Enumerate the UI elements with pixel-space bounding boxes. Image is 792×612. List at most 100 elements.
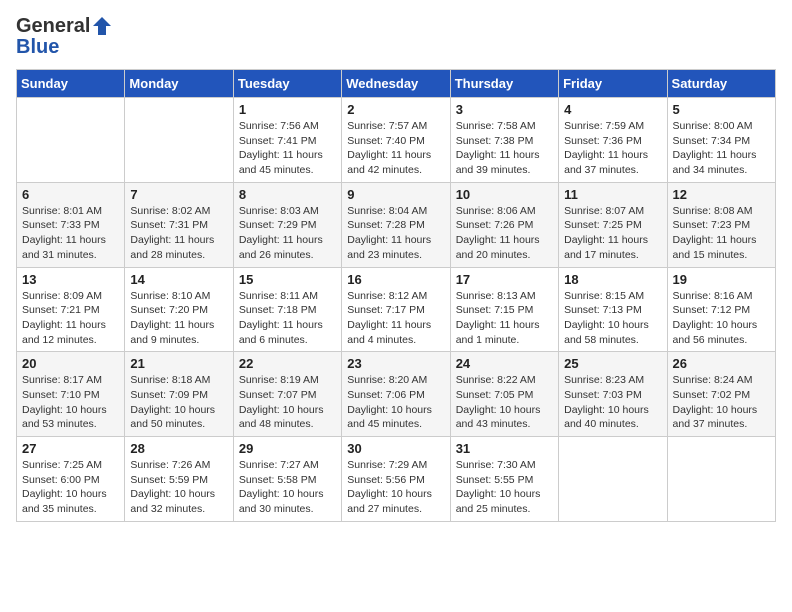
day-number: 1	[239, 102, 336, 117]
day-number: 15	[239, 272, 336, 287]
day-number: 21	[130, 356, 227, 371]
calendar-cell: 13 Sunrise: 8:09 AM Sunset: 7:21 PM Dayli…	[17, 267, 125, 352]
weekday-header: Monday	[125, 70, 233, 98]
calendar-week-row: 1 Sunrise: 7:56 AM Sunset: 7:41 PM Daylig…	[17, 98, 776, 183]
day-number: 20	[22, 356, 119, 371]
cell-content: Sunrise: 8:24 AM Sunset: 7:02 PM Dayligh…	[673, 373, 770, 432]
calendar-cell: 3 Sunrise: 7:58 AM Sunset: 7:38 PM Daylig…	[450, 98, 558, 183]
cell-content: Sunrise: 8:07 AM Sunset: 7:25 PM Dayligh…	[564, 204, 661, 263]
calendar-cell: 14Sunrise: 8:10 AM Sunset: 7:20 PM Dayli…	[125, 267, 233, 352]
day-number: 18	[564, 272, 661, 287]
day-number: 31	[456, 441, 553, 456]
day-number: 6	[22, 187, 119, 202]
day-number: 24	[456, 356, 553, 371]
cell-content: Sunrise: 7:27 AM Sunset: 5:58 PM Dayligh…	[239, 458, 336, 517]
cell-content: Sunrise: 8:23 AM Sunset: 7:03 PM Dayligh…	[564, 373, 661, 432]
calendar-cell: 11 Sunrise: 8:07 AM Sunset: 7:25 PM Dayli…	[559, 182, 667, 267]
cell-content: Sunrise: 8:16 AM Sunset: 7:12 PM Dayligh…	[673, 289, 770, 348]
calendar-cell	[667, 437, 775, 522]
cell-content: Sunrise: 8:08 AM Sunset: 7:23 PM Dayligh…	[673, 204, 770, 263]
cell-content: Sunrise: 8:13 AM Sunset: 7:15 PM Dayligh…	[456, 289, 553, 348]
weekday-header: Thursday	[450, 70, 558, 98]
day-number: 7	[130, 187, 227, 202]
day-number: 12	[673, 187, 770, 202]
day-number: 26	[673, 356, 770, 371]
calendar-cell: 10 Sunrise: 8:06 AM Sunset: 7:26 PM Dayli…	[450, 182, 558, 267]
calendar-cell: 26 Sunrise: 8:24 AM Sunset: 7:02 PM Dayli…	[667, 352, 775, 437]
calendar-cell: 23Sunrise: 8:20 AM Sunset: 7:06 PM Dayli…	[342, 352, 450, 437]
weekday-header: Sunday	[17, 70, 125, 98]
cell-content: Sunrise: 8:04 AM Sunset: 7:28 PM Dayligh…	[347, 204, 444, 263]
calendar-cell: 30Sunrise: 7:29 AM Sunset: 5:56 PM Dayli…	[342, 437, 450, 522]
weekday-header: Friday	[559, 70, 667, 98]
calendar-cell: 24 Sunrise: 8:22 AM Sunset: 7:05 PM Dayli…	[450, 352, 558, 437]
calendar-cell	[17, 98, 125, 183]
cell-content: Sunrise: 7:58 AM Sunset: 7:38 PM Dayligh…	[456, 119, 553, 178]
calendar-table: SundayMondayTuesdayWednesdayThursdayFrid…	[16, 69, 776, 522]
day-number: 4	[564, 102, 661, 117]
cell-content: Sunrise: 8:06 AM Sunset: 7:26 PM Dayligh…	[456, 204, 553, 263]
day-number: 13	[22, 272, 119, 287]
calendar-cell: 31Sunrise: 7:30 AM Sunset: 5:55 PM Dayli…	[450, 437, 558, 522]
cell-content: Sunrise: 8:15 AM Sunset: 7:13 PM Dayligh…	[564, 289, 661, 348]
cell-content: Sunrise: 8:09 AM Sunset: 7:21 PM Dayligh…	[22, 289, 119, 348]
cell-content: Sunrise: 7:25 AM Sunset: 6:00 PM Dayligh…	[22, 458, 119, 517]
day-number: 23	[347, 356, 444, 371]
day-number: 3	[456, 102, 553, 117]
calendar-cell: 17 Sunrise: 8:13 AM Sunset: 7:15 PM Dayli…	[450, 267, 558, 352]
day-number: 8	[239, 187, 336, 202]
day-number: 5	[673, 102, 770, 117]
cell-content: Sunrise: 7:56 AM Sunset: 7:41 PM Dayligh…	[239, 119, 336, 178]
day-number: 11	[564, 187, 661, 202]
day-number: 2	[347, 102, 444, 117]
cell-content: Sunrise: 8:01 AM Sunset: 7:33 PM Dayligh…	[22, 204, 119, 263]
calendar-cell: 27 Sunrise: 7:25 AM Sunset: 6:00 PM Dayli…	[17, 437, 125, 522]
logo: General Blue	[16, 16, 112, 59]
weekday-header-row: SundayMondayTuesdayWednesdayThursdayFrid…	[17, 70, 776, 98]
calendar-week-row: 13 Sunrise: 8:09 AM Sunset: 7:21 PM Dayli…	[17, 267, 776, 352]
calendar-cell: 1 Sunrise: 7:56 AM Sunset: 7:41 PM Daylig…	[233, 98, 341, 183]
day-number: 27	[22, 441, 119, 456]
day-number: 30	[347, 441, 444, 456]
day-number: 22	[239, 356, 336, 371]
calendar-cell: 6 Sunrise: 8:01 AM Sunset: 7:33 PM Daylig…	[17, 182, 125, 267]
calendar-cell: 2Sunrise: 7:57 AM Sunset: 7:40 PM Daylig…	[342, 98, 450, 183]
calendar-cell: 21Sunrise: 8:18 AM Sunset: 7:09 PM Dayli…	[125, 352, 233, 437]
calendar-cell: 22 Sunrise: 8:19 AM Sunset: 7:07 PM Dayli…	[233, 352, 341, 437]
day-number: 29	[239, 441, 336, 456]
logo-arrow-icon	[92, 16, 112, 36]
calendar-cell: 15Sunrise: 8:11 AM Sunset: 7:18 PM Dayli…	[233, 267, 341, 352]
day-number: 19	[673, 272, 770, 287]
calendar-cell: 29 Sunrise: 7:27 AM Sunset: 5:58 PM Dayli…	[233, 437, 341, 522]
day-number: 9	[347, 187, 444, 202]
cell-content: Sunrise: 8:22 AM Sunset: 7:05 PM Dayligh…	[456, 373, 553, 432]
cell-content: Sunrise: 8:10 AM Sunset: 7:20 PM Dayligh…	[130, 289, 227, 348]
calendar-cell: 5 Sunrise: 8:00 AM Sunset: 7:34 PM Daylig…	[667, 98, 775, 183]
calendar-cell: 25 Sunrise: 8:23 AM Sunset: 7:03 PM Dayli…	[559, 352, 667, 437]
page-header: General Blue	[16, 16, 776, 59]
day-number: 10	[456, 187, 553, 202]
weekday-header: Saturday	[667, 70, 775, 98]
cell-content: Sunrise: 8:19 AM Sunset: 7:07 PM Dayligh…	[239, 373, 336, 432]
weekday-header: Tuesday	[233, 70, 341, 98]
cell-content: Sunrise: 8:02 AM Sunset: 7:31 PM Dayligh…	[130, 204, 227, 263]
logo-blue-text: Blue	[16, 36, 59, 58]
calendar-cell: 16Sunrise: 8:12 AM Sunset: 7:17 PM Dayli…	[342, 267, 450, 352]
calendar-cell: 28 Sunrise: 7:26 AM Sunset: 5:59 PM Dayli…	[125, 437, 233, 522]
cell-content: Sunrise: 7:59 AM Sunset: 7:36 PM Dayligh…	[564, 119, 661, 178]
weekday-header: Wednesday	[342, 70, 450, 98]
cell-content: Sunrise: 8:00 AM Sunset: 7:34 PM Dayligh…	[673, 119, 770, 178]
calendar-cell: 8Sunrise: 8:03 AM Sunset: 7:29 PM Daylig…	[233, 182, 341, 267]
calendar-cell: 7 Sunrise: 8:02 AM Sunset: 7:31 PM Daylig…	[125, 182, 233, 267]
cell-content: Sunrise: 8:12 AM Sunset: 7:17 PM Dayligh…	[347, 289, 444, 348]
calendar-week-row: 27 Sunrise: 7:25 AM Sunset: 6:00 PM Dayli…	[17, 437, 776, 522]
calendar-cell: 9 Sunrise: 8:04 AM Sunset: 7:28 PM Daylig…	[342, 182, 450, 267]
day-number: 17	[456, 272, 553, 287]
calendar-cell: 12 Sunrise: 8:08 AM Sunset: 7:23 PM Dayli…	[667, 182, 775, 267]
day-number: 25	[564, 356, 661, 371]
day-number: 28	[130, 441, 227, 456]
calendar-cell: 19 Sunrise: 8:16 AM Sunset: 7:12 PM Dayli…	[667, 267, 775, 352]
calendar-week-row: 20 Sunrise: 8:17 AM Sunset: 7:10 PM Dayli…	[17, 352, 776, 437]
cell-content: Sunrise: 7:26 AM Sunset: 5:59 PM Dayligh…	[130, 458, 227, 517]
cell-content: Sunrise: 8:17 AM Sunset: 7:10 PM Dayligh…	[22, 373, 119, 432]
